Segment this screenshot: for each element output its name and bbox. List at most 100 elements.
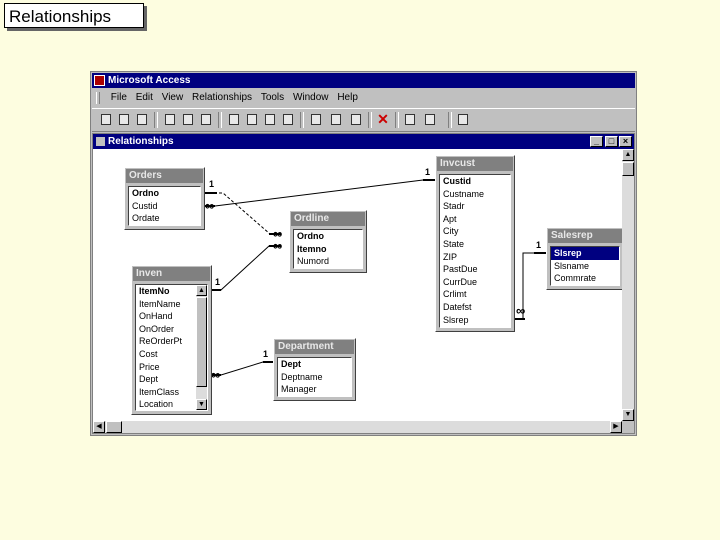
field-currdue[interactable]: CurrDue: [440, 276, 510, 289]
field-numord[interactable]: Numord: [294, 255, 362, 268]
access-window: Microsoft Access File Edit View Relation…: [90, 71, 637, 436]
menu-edit[interactable]: Edit: [136, 92, 153, 103]
new-object-icon[interactable]: [422, 112, 438, 127]
field-ordno[interactable]: Ordno: [129, 187, 200, 200]
field-list: Custid Custname Stadr Apt City State ZIP…: [439, 174, 511, 328]
show-table-icon[interactable]: [308, 112, 324, 127]
scroll-up-icon[interactable]: ▲: [622, 149, 634, 161]
toolbar-separator: [395, 112, 399, 128]
app-titlebar[interactable]: Microsoft Access: [92, 73, 635, 88]
table-scrollbar[interactable]: ▲ ▼: [196, 285, 207, 410]
field-manager[interactable]: Manager: [278, 383, 351, 396]
field-slsrep[interactable]: Slsrep: [551, 247, 619, 260]
table-ordline[interactable]: Ordline Ordno Itemno Numord: [289, 210, 367, 273]
cardinality-one-label: 1: [209, 179, 214, 189]
scroll-down-icon[interactable]: ▼: [622, 409, 634, 421]
table-invcust[interactable]: Invcust Custid Custname Stadr Apt City S…: [435, 155, 515, 332]
relationships-window: Relationships _ □ × 1 ∞ ∞ ∞ 1 1 ∞ 1 ∞ 1 …: [92, 133, 635, 434]
show-all-icon[interactable]: [348, 112, 364, 127]
delete-icon[interactable]: ✕: [375, 112, 391, 127]
vertical-scrollbar[interactable]: ▲ ▼: [622, 149, 634, 421]
cardinality-one-label: 1: [425, 167, 430, 177]
help-icon[interactable]: [455, 112, 471, 127]
relationship-line-inven-ordline[interactable]: [210, 245, 281, 291]
cardinality-one-label: 1: [536, 240, 541, 250]
menu-window[interactable]: Window: [293, 92, 329, 103]
scroll-corner: [622, 421, 634, 433]
field-state[interactable]: State: [440, 238, 510, 251]
toolbar-separator: [218, 112, 222, 128]
toolbar: ✕: [92, 108, 635, 132]
field-slsname[interactable]: Slsname: [551, 260, 619, 273]
field-custname[interactable]: Custname: [440, 188, 510, 201]
field-dept[interactable]: Dept: [278, 358, 351, 371]
field-ordno[interactable]: Ordno: [294, 230, 362, 243]
scroll-thumb[interactable]: [196, 297, 207, 387]
cut-icon[interactable]: [226, 112, 242, 127]
field-commrate[interactable]: Commrate: [551, 272, 619, 285]
menu-view[interactable]: View: [162, 92, 184, 103]
cardinality-many-label: ∞: [273, 238, 282, 253]
database-window-icon[interactable]: [402, 112, 418, 127]
menu-file[interactable]: File: [111, 92, 127, 103]
menu-help[interactable]: Help: [337, 92, 358, 103]
table-title[interactable]: Inven: [133, 267, 210, 281]
cardinality-many-label: ∞: [211, 367, 220, 382]
field-list: Ordno Itemno Numord: [293, 229, 363, 269]
field-pastdue[interactable]: PastDue: [440, 263, 510, 276]
menu-tools[interactable]: Tools: [261, 92, 284, 103]
paste-icon[interactable]: [262, 112, 278, 127]
field-crlimt[interactable]: Crlimt: [440, 288, 510, 301]
toolbar-separator: [448, 112, 452, 128]
copy-icon[interactable]: [244, 112, 260, 127]
field-itemno[interactable]: Itemno: [294, 243, 362, 256]
field-zip[interactable]: ZIP: [440, 251, 510, 264]
field-datefst[interactable]: Datefst: [440, 301, 510, 314]
field-ordate[interactable]: Ordate: [129, 212, 200, 225]
scroll-thumb[interactable]: [106, 421, 122, 433]
toolbar-separator: [300, 112, 304, 128]
spelling-icon[interactable]: [198, 112, 214, 127]
field-custid[interactable]: Custid: [440, 175, 510, 188]
table-department[interactable]: Department Dept Deptname Manager: [273, 338, 356, 401]
menu-relationships[interactable]: Relationships: [192, 92, 252, 103]
field-list: Ordno Custid Ordate: [128, 186, 201, 226]
show-direct-icon[interactable]: [328, 112, 344, 127]
open-icon[interactable]: [116, 112, 132, 127]
cardinality-one-label: 1: [215, 277, 220, 287]
table-title[interactable]: Ordline: [291, 212, 365, 226]
field-slsrep[interactable]: Slsrep: [440, 314, 510, 327]
table-inven[interactable]: Inven ItemNo ItemName OnHand OnOrder ReO…: [131, 265, 212, 415]
table-salesrep[interactable]: Salesrep Slsrep Slsname Commrate: [546, 227, 624, 290]
field-list: Slsrep Slsname Commrate: [550, 246, 620, 286]
table-title[interactable]: Orders: [126, 169, 203, 183]
scroll-right-icon[interactable]: ▶: [610, 421, 622, 433]
field-apt[interactable]: Apt: [440, 213, 510, 226]
save-icon[interactable]: [134, 112, 150, 127]
app-title: Microsoft Access: [108, 75, 191, 86]
horizontal-scrollbar[interactable]: ◀ ▶: [93, 421, 622, 433]
slide-title: Relationships: [4, 3, 144, 28]
table-title[interactable]: Department: [275, 340, 354, 354]
field-stadr[interactable]: Stadr: [440, 200, 510, 213]
cardinality-many-label: ∞: [516, 303, 525, 318]
relationship-line-orders-invcust[interactable]: [204, 179, 435, 207]
access-key-icon: [94, 75, 105, 86]
field-list: ItemNo ItemName OnHand OnOrder ReOrderPt…: [135, 284, 208, 411]
toolbar-separator: [154, 112, 158, 128]
print-preview-icon[interactable]: [180, 112, 196, 127]
scroll-up-icon[interactable]: ▲: [196, 285, 207, 296]
new-icon[interactable]: [98, 112, 114, 127]
table-orders[interactable]: Orders Ordno Custid Ordate: [124, 167, 205, 230]
field-deptname[interactable]: Deptname: [278, 371, 351, 384]
scroll-thumb[interactable]: [622, 162, 634, 176]
scroll-down-icon[interactable]: ▼: [196, 399, 207, 410]
toolbar-separator: [368, 112, 372, 128]
print-icon[interactable]: [162, 112, 178, 127]
format-painter-icon[interactable]: [280, 112, 296, 127]
scroll-left-icon[interactable]: ◀: [93, 421, 105, 433]
field-city[interactable]: City: [440, 225, 510, 238]
table-title[interactable]: Invcust: [437, 157, 513, 171]
table-title[interactable]: Salesrep: [548, 229, 622, 243]
field-custid[interactable]: Custid: [129, 200, 200, 213]
